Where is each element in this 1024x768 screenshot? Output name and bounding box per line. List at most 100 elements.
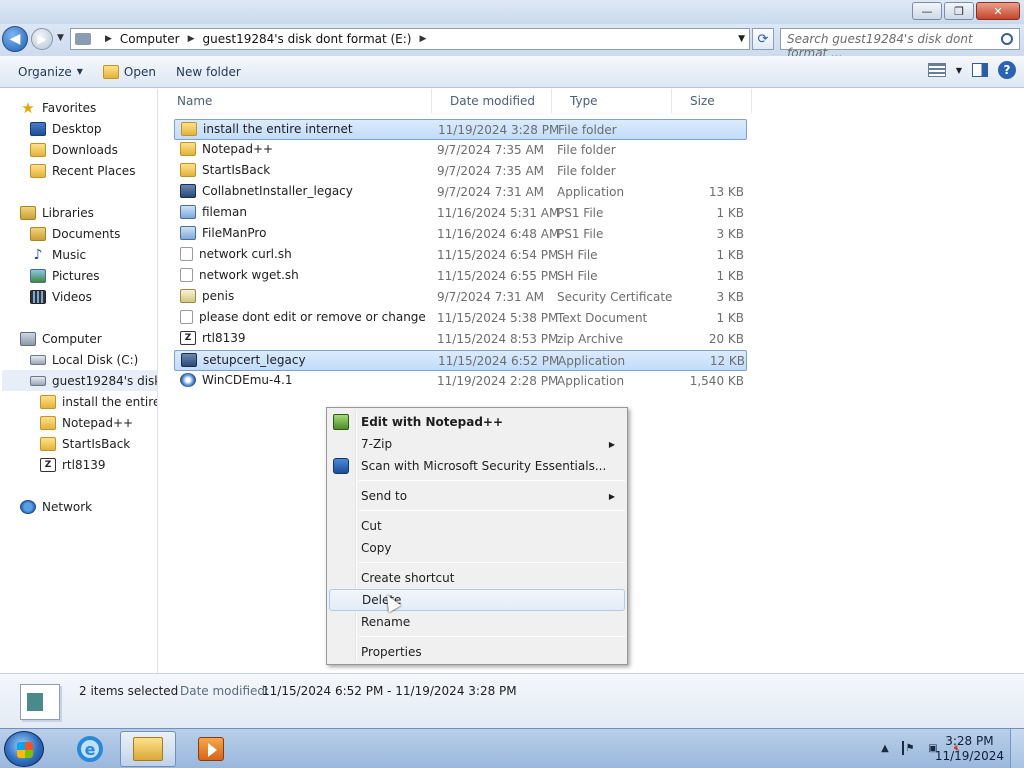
file-size: 12 KB (709, 354, 745, 368)
file-row[interactable]: network curl.sh 11/15/2024 6:54 PM SH File… (174, 245, 747, 266)
view-options-dropdown-icon[interactable]: ▼ (956, 66, 962, 75)
file-row[interactable]: setupcert_legacy 11/15/2024 6:52 PM Applic… (174, 350, 747, 371)
powershell-icon (180, 205, 196, 219)
new-folder-button[interactable]: New folder (166, 60, 251, 84)
nav-favorites[interactable]: ★ Favorites (20, 97, 96, 118)
column-header-name[interactable]: Name (159, 89, 432, 113)
selection-thumbnail-icon (20, 684, 60, 720)
file-row[interactable]: Zrtl8139 11/15/2024 8:53 PM zip Archive 20 … (174, 329, 747, 350)
file-row[interactable]: StartIsBack 9/7/2024 7:35 AM File folder (174, 161, 747, 182)
taskbar-windows-explorer[interactable] (120, 731, 176, 767)
show-hidden-icons-icon[interactable]: ▲ (878, 741, 892, 755)
nav-music[interactable]: ♪ Music (30, 244, 87, 265)
file-date-modified: 11/19/2024 3:28 PM (438, 123, 560, 137)
nav-pictures[interactable]: Pictures (30, 265, 100, 286)
column-header-size[interactable]: Size (672, 89, 752, 113)
menu-edit-notepad[interactable]: Edit with Notepad++ (329, 411, 625, 433)
taskbar: e ▲ ⚑ ▣ 🔇︎ 3:28 PM 11/19/2024 (0, 728, 1024, 768)
application-icon (180, 184, 196, 198)
taskbar-internet-explorer[interactable]: e (62, 731, 118, 767)
file-row[interactable]: install the entire internet 11/19/2024 3:… (174, 119, 747, 140)
nav-computer[interactable]: Computer (20, 328, 102, 349)
refresh-icon: ⟳ (757, 31, 769, 47)
file-row[interactable]: Notepad++ 9/7/2024 7:35 AM File folder (174, 140, 747, 161)
chevron-right-icon[interactable]: ▶ (105, 34, 112, 44)
nav-desktop[interactable]: Desktop (30, 118, 102, 139)
nav-folder-install[interactable]: install the entire in (40, 391, 157, 412)
file-date-modified: 11/15/2024 8:53 PM (437, 332, 559, 346)
action-center-flag-icon[interactable]: ⚑ (902, 741, 916, 755)
nav-rtl8139[interactable]: Z rtl8139 (40, 454, 106, 475)
file-row[interactable]: please dont edit or remove or change or … (174, 308, 747, 329)
taskbar-media-player[interactable] (183, 731, 239, 767)
downloads-folder-icon (30, 142, 46, 157)
nav-videos[interactable]: Videos (30, 286, 92, 307)
chevron-right-icon[interactable]: ▶ (420, 34, 427, 44)
menu-cut[interactable]: Cut (329, 515, 625, 537)
maximize-button[interactable]: ❐ (944, 2, 974, 20)
nav-documents[interactable]: Documents (30, 223, 120, 244)
nav-network[interactable]: Network (20, 496, 92, 517)
file-row[interactable]: network wget.sh 11/15/2024 6:55 PM SH File… (174, 266, 747, 287)
search-icon[interactable] (1001, 33, 1013, 45)
menu-7zip[interactable]: 7-Zip ▶ (329, 433, 625, 455)
clock-time: 3:28 PM (945, 734, 994, 748)
recent-pages-dropdown[interactable]: ▼ (57, 33, 64, 43)
breadcrumb-computer[interactable]: Computer (120, 32, 180, 46)
nav-folder-startisback[interactable]: StartIsBack (40, 433, 130, 454)
menu-copy[interactable]: Copy (329, 537, 625, 559)
file-size: 13 KB (708, 185, 744, 199)
back-button[interactable]: ◀ (2, 26, 28, 52)
file-type: PS1 File (557, 227, 604, 241)
notepad-plus-plus-icon (333, 414, 349, 430)
file-row[interactable]: fileman 11/16/2024 5:31 AM PS1 File 1 KB (174, 203, 747, 224)
close-button[interactable]: ✕ (976, 2, 1020, 20)
file-name-cell: network wget.sh (180, 268, 428, 282)
selection-count: 2 items selected (79, 684, 179, 698)
file-date-modified: 9/7/2024 7:31 AM (437, 185, 545, 199)
system-clock[interactable]: 3:28 PM 11/19/2024 (935, 734, 1004, 764)
preview-pane-icon[interactable] (972, 63, 988, 77)
help-icon[interactable]: ? (998, 61, 1016, 79)
forward-button[interactable]: ▶ (31, 28, 53, 50)
open-button[interactable]: Open (93, 60, 166, 84)
menu-send-to[interactable]: Send to ▶ (329, 485, 625, 507)
nav-folder-notepad[interactable]: Notepad++ (40, 412, 133, 433)
folder-icon (180, 163, 196, 177)
change-view-icon[interactable] (927, 63, 946, 77)
cd-emulator-icon (180, 373, 196, 387)
menu-scan-mse[interactable]: Scan with Microsoft Security Essentials.… (329, 455, 625, 477)
folder-icon (40, 436, 56, 451)
nav-downloads[interactable]: Downloads (30, 139, 118, 160)
search-input[interactable]: Search guest19284's disk dont format ... (780, 28, 1020, 60)
file-row[interactable]: CollabnetInstaller_legacy 9/7/2024 7:31 A… (174, 182, 747, 203)
menu-delete[interactable]: Delete (329, 589, 625, 611)
organize-button[interactable]: Organize ▼ (8, 60, 93, 84)
nav-local-disk[interactable]: Local Disk (C:) (30, 349, 138, 370)
file-row[interactable]: WinCDEmu-4.1 11/19/2024 2:28 PM Applicatio… (174, 371, 747, 392)
menu-create-shortcut[interactable]: Create shortcut (329, 567, 625, 589)
column-header-type[interactable]: Type (552, 89, 672, 113)
column-header-date[interactable]: Date modified (432, 89, 552, 113)
breadcrumb-drive[interactable]: guest19284's disk dont format (E:) (203, 32, 412, 46)
start-button[interactable] (4, 731, 44, 767)
nav-libraries[interactable]: Libraries (20, 202, 94, 223)
chevron-right-icon[interactable]: ▶ (188, 34, 195, 44)
file-name-cell: Zrtl8139 (180, 331, 428, 345)
document-icon (180, 247, 193, 261)
file-row[interactable]: penis 9/7/2024 7:31 AM Security Certificat… (174, 287, 747, 308)
show-desktop-button[interactable] (1010, 729, 1024, 768)
refresh-button[interactable]: ⟳ (752, 28, 774, 50)
menu-properties[interactable]: Properties (329, 641, 625, 663)
file-name-cell: Notepad++ (180, 142, 428, 156)
minimize-button[interactable]: — (912, 2, 942, 20)
menu-separator (359, 562, 625, 563)
nav-recent-places[interactable]: Recent Places (30, 160, 135, 181)
address-dropdown-icon[interactable]: ▼ (738, 34, 745, 44)
menu-rename[interactable]: Rename (329, 611, 625, 633)
nav-label: Notepad++ (62, 415, 134, 430)
file-row[interactable]: FileManPro 11/16/2024 6:48 AM PS1 File 3 KB (174, 224, 747, 245)
address-bar[interactable]: ▶ Computer ▶ guest19284's disk dont form… (70, 28, 750, 50)
nav-guest-disk[interactable]: guest19284's disk dc (2, 370, 157, 391)
file-size: 1,540 KB (689, 374, 744, 388)
